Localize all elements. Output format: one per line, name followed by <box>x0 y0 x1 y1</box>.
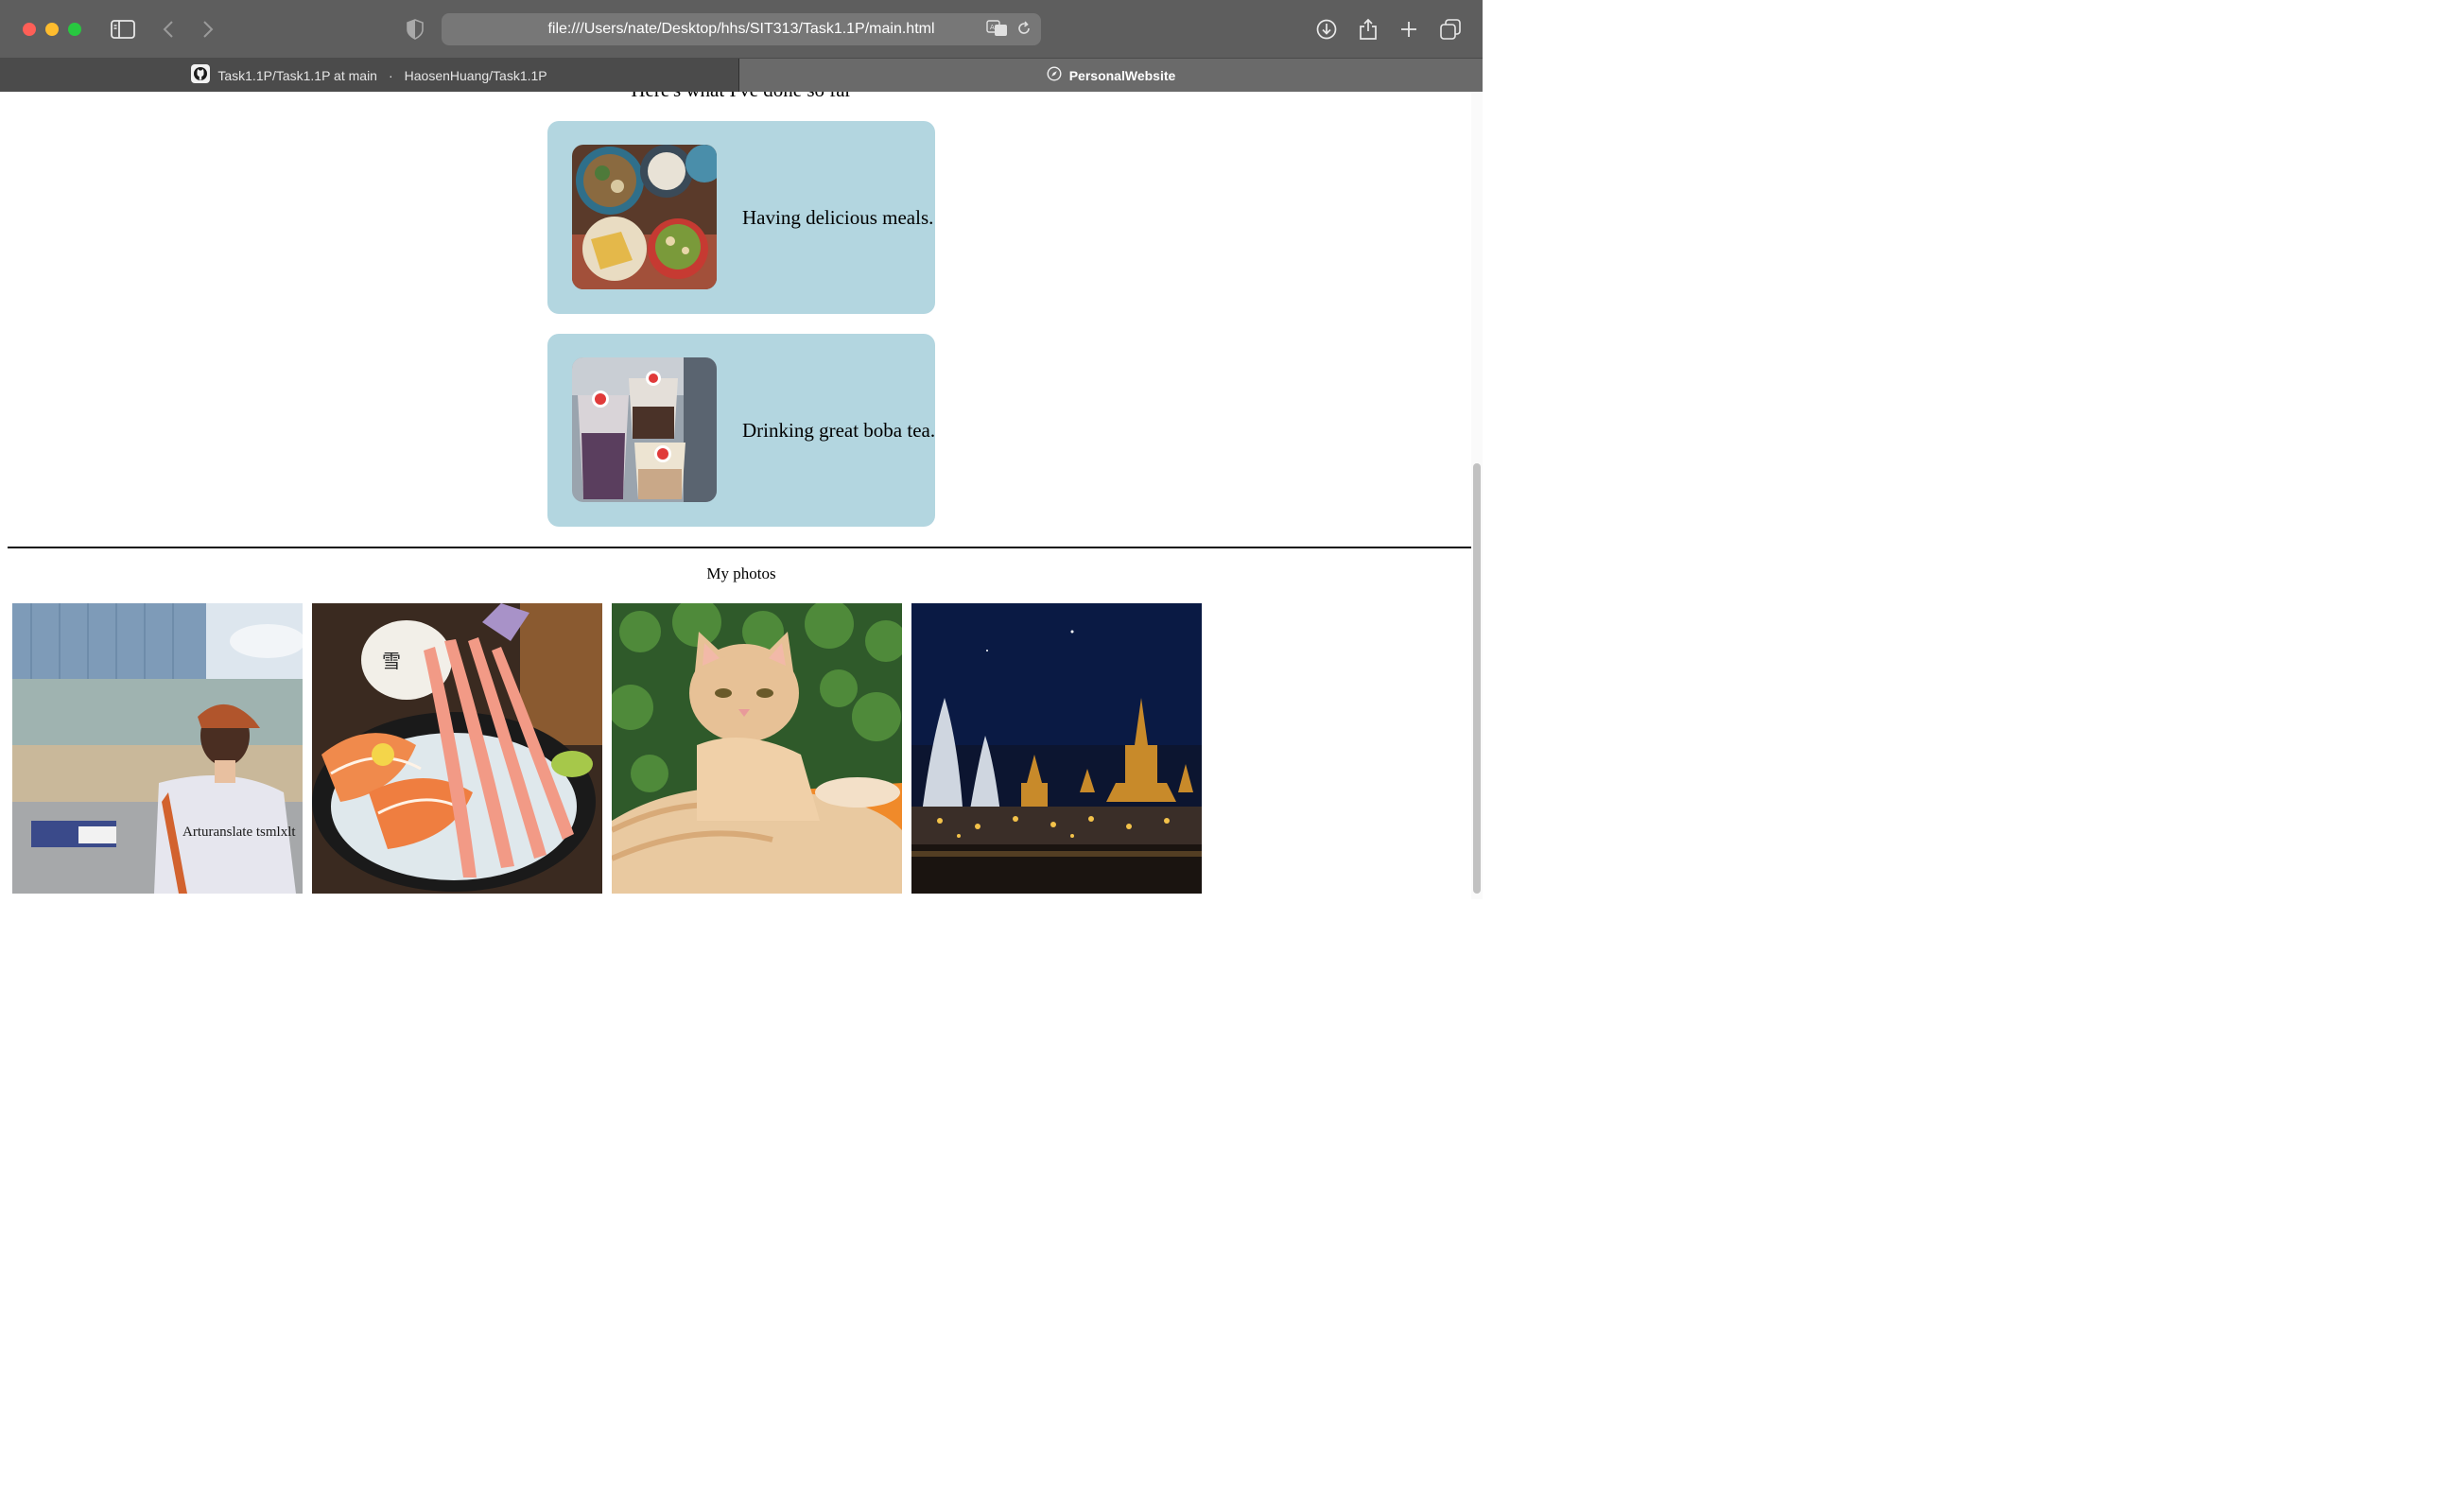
url-text[interactable]: file:///Users/nate/Desktop/hhs/SIT313/Ta… <box>442 13 1041 45</box>
activity-caption: Having delicious meals. <box>742 206 934 229</box>
scrollbar-thumb[interactable] <box>1473 463 1481 894</box>
tab-bar: Task1.1P/Task1.1P at main · HaosenHuang/… <box>0 59 1483 92</box>
boba-photo <box>572 357 717 502</box>
tab-title: PersonalWebsite <box>1068 67 1176 83</box>
tab-title: Task1.1P/Task1.1P at main <box>217 67 377 83</box>
minimize-window-button[interactable] <box>45 23 59 36</box>
gallery-photo <box>911 603 1202 894</box>
meal-photo <box>572 145 717 289</box>
share-icon[interactable] <box>1358 16 1379 43</box>
activity-card: Having delicious meals. <box>547 121 935 314</box>
browser-toolbar: file:///Users/nate/Desktop/hhs/SIT313/Ta… <box>0 0 1483 59</box>
address-bar[interactable]: file:///Users/nate/Desktop/hhs/SIT313/Ta… <box>442 13 1041 45</box>
section-heading: Here's what I've done so far <box>0 92 1483 102</box>
section-divider <box>8 547 1474 548</box>
tab-title-repo: HaosenHuang/Task1.1P <box>404 67 547 83</box>
back-icon[interactable] <box>159 16 178 43</box>
maximize-window-button[interactable] <box>68 23 81 36</box>
sidebar-icon[interactable] <box>110 16 136 43</box>
download-icon[interactable] <box>1315 16 1338 43</box>
photos-heading: My photos <box>706 565 776 582</box>
new-tab-icon[interactable] <box>1398 16 1419 43</box>
gallery-photo: Arturanslate tsmlxlt <box>12 603 303 894</box>
forward-icon[interactable] <box>199 16 217 43</box>
svg-text:雪: 雪 <box>382 650 401 672</box>
svg-text:A: A <box>990 24 995 31</box>
tab-overview-icon[interactable] <box>1439 16 1462 43</box>
shirt-text: Arturanslate tsmlxlt <box>182 825 296 840</box>
tab-github[interactable]: Task1.1P/Task1.1P at main · HaosenHuang/… <box>0 59 739 92</box>
reload-icon[interactable] <box>1016 21 1032 41</box>
compass-icon <box>1047 66 1062 84</box>
close-window-button[interactable] <box>23 23 36 36</box>
page-viewport: Here's what I've done so far H <box>0 92 1483 899</box>
github-icon <box>191 64 211 86</box>
activity-caption: Drinking great boba tea. <box>742 419 936 442</box>
gallery-photo: 雪 <box>312 603 602 894</box>
tab-title-separator: · <box>388 67 393 83</box>
translate-icon[interactable]: A <box>986 20 1009 42</box>
activity-card: Drinking great boba tea. <box>547 334 935 527</box>
gallery-photo <box>612 603 902 894</box>
tab-personal-website[interactable]: PersonalWebsite <box>739 59 1483 92</box>
privacy-shield-icon[interactable] <box>405 16 425 43</box>
